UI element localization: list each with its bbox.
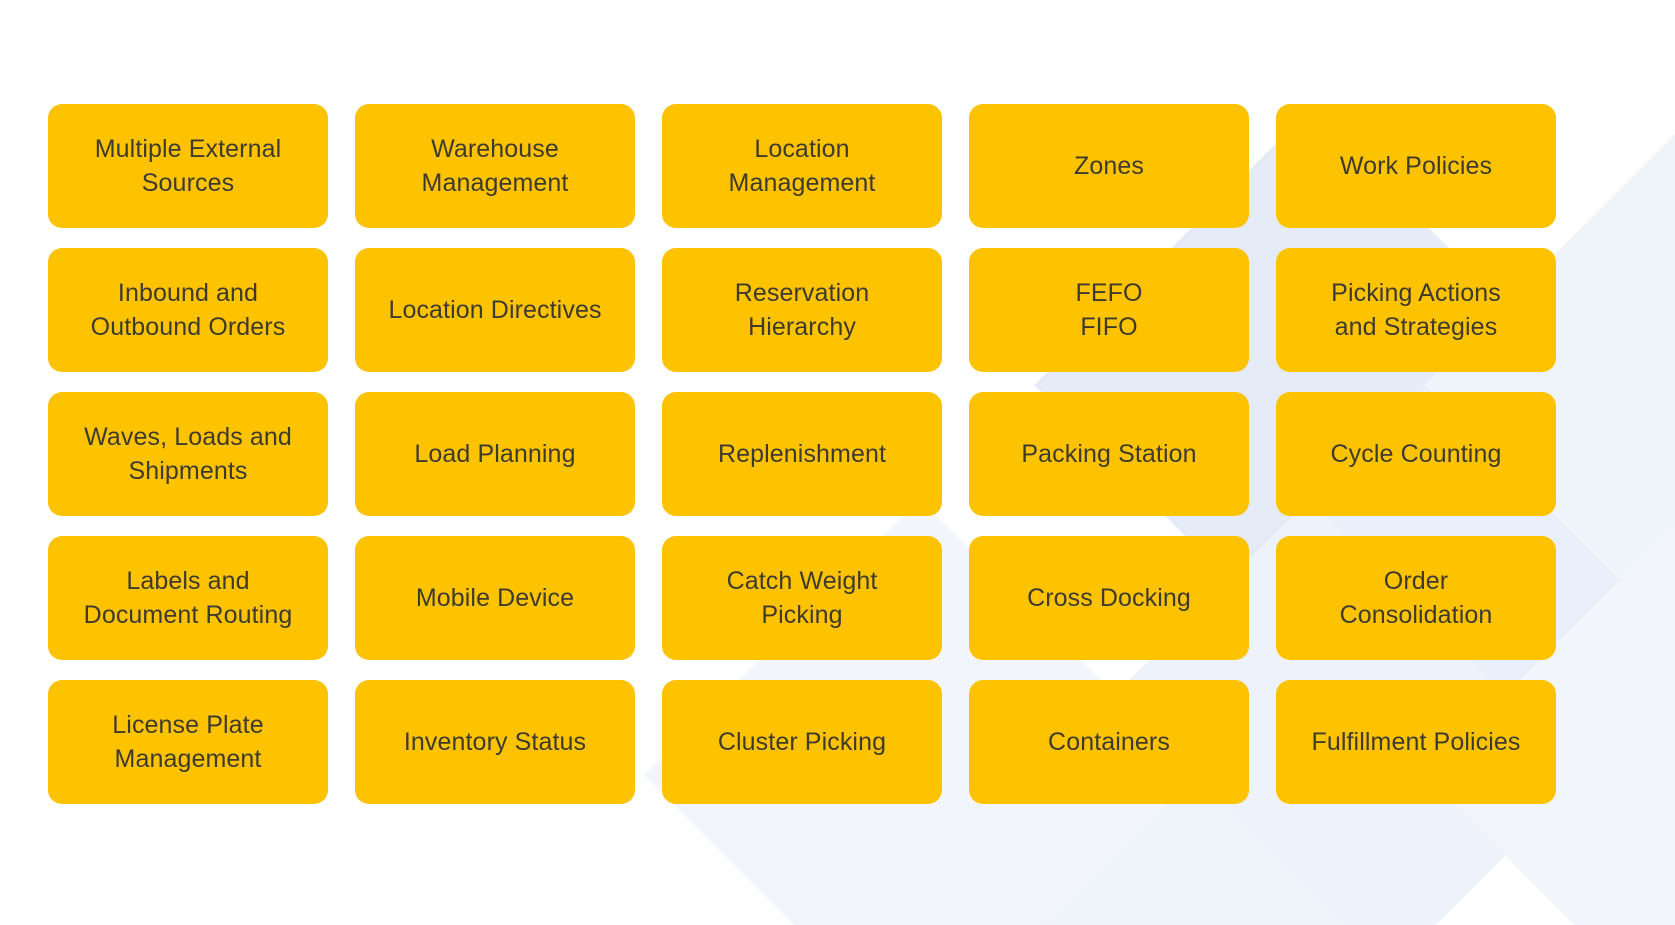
feature-card[interactable]: Waves, Loads and Shipments [48,392,328,516]
feature-card-label: Location Management [728,135,876,197]
feature-card[interactable]: Mobile Device [355,536,635,660]
feature-card[interactable]: Multiple External Sources [48,104,328,228]
feature-card[interactable]: Cluster Picking [662,680,942,804]
feature-card-label: Cluster Picking [717,728,887,756]
feature-card-label: FEFO FIFO [1075,279,1143,341]
feature-card-label: Containers [1048,728,1170,756]
feature-card-label: Cross Docking [1027,584,1191,612]
feature-card-label: Location Directives [388,296,602,324]
feature-card-label: Catch Weight Picking [726,567,878,629]
feature-card[interactable]: FEFO FIFO [969,248,1249,372]
feature-card[interactable]: Location Management [662,104,942,228]
slide-canvas: Multiple External Sources Warehouse Mana… [0,0,1675,925]
feature-card-label: Waves, Loads and Shipments [84,423,292,485]
feature-card[interactable]: Work Policies [1276,104,1556,228]
feature-card-label: Cycle Counting [1330,440,1502,468]
feature-card[interactable]: Zones [969,104,1249,228]
feature-card-label: Picking Actions and Strategies [1331,279,1501,341]
feature-card-label: Labels and Document Routing [83,567,293,629]
feature-card-label: Multiple External Sources [94,135,282,197]
feature-card[interactable]: Reservation Hierarchy [662,248,942,372]
feature-card[interactable]: Load Planning [355,392,635,516]
feature-card-label: Warehouse Management [421,135,569,197]
feature-card[interactable]: Inbound and Outbound Orders [48,248,328,372]
feature-card[interactable]: Catch Weight Picking [662,536,942,660]
feature-card[interactable]: Fulfillment Policies [1276,680,1556,804]
feature-card-grid: Multiple External Sources Warehouse Mana… [48,104,1556,804]
feature-card-label: Reservation Hierarchy [734,279,870,341]
feature-card-label: Replenishment [717,440,887,468]
feature-card[interactable]: Containers [969,680,1249,804]
feature-card[interactable]: Location Directives [355,248,635,372]
feature-card[interactable]: Warehouse Management [355,104,635,228]
feature-card[interactable]: Cross Docking [969,536,1249,660]
feature-card-label: License Plate Management [112,711,264,773]
feature-card-label: Packing Station [1021,440,1197,468]
feature-card-label: Work Policies [1339,152,1493,180]
feature-card[interactable]: Inventory Status [355,680,635,804]
feature-card-label: Fulfillment Policies [1311,728,1521,756]
feature-card[interactable]: Replenishment [662,392,942,516]
feature-card-label: Inbound and Outbound Orders [90,279,286,341]
feature-card-label: Mobile Device [415,584,575,612]
feature-card[interactable]: Cycle Counting [1276,392,1556,516]
feature-card[interactable]: Picking Actions and Strategies [1276,248,1556,372]
feature-card-label: Inventory Status [403,728,587,756]
feature-card[interactable]: Labels and Document Routing [48,536,328,660]
feature-card[interactable]: Order Consolidation [1276,536,1556,660]
feature-card-label: Order Consolidation [1339,567,1493,629]
feature-card-label: Zones [1074,152,1144,180]
feature-card-label: Load Planning [414,440,576,468]
feature-card[interactable]: License Plate Management [48,680,328,804]
feature-card[interactable]: Packing Station [969,392,1249,516]
